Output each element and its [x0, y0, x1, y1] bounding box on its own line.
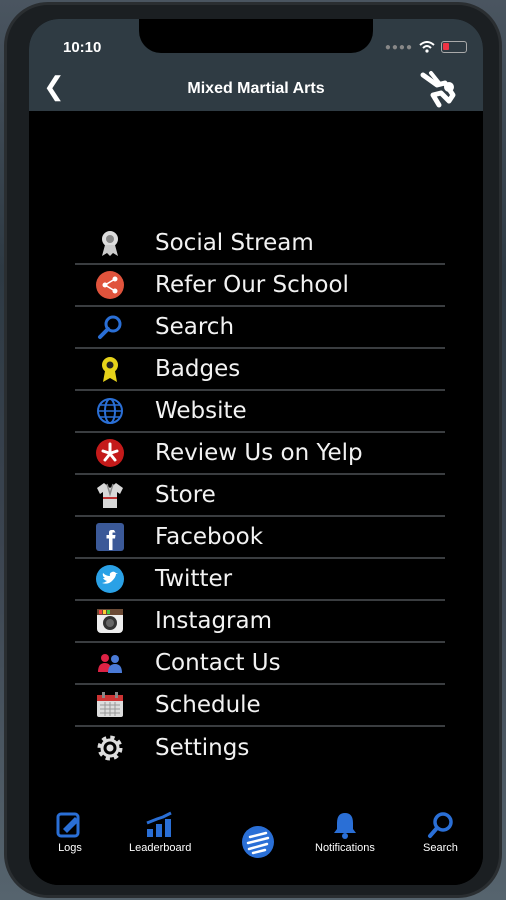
menu-item-label: Schedule: [155, 692, 261, 718]
yelp-icon: [93, 436, 127, 470]
menu-item-store[interactable]: Store: [75, 475, 445, 517]
logs-icon: [56, 812, 80, 838]
tab-label: Logs: [58, 842, 82, 854]
gi-uniform-icon: [93, 478, 127, 512]
page-title: Mixed Martial Arts: [187, 80, 325, 97]
leaderboard-icon: [146, 811, 172, 837]
search-icon: [428, 812, 454, 838]
menu-item-twitter[interactable]: Twitter: [75, 559, 445, 601]
menu-item-label: Social Stream: [155, 230, 314, 256]
tab-leaderboard[interactable]: Leaderboard: [129, 811, 191, 854]
search-icon: [93, 310, 127, 344]
menu-item-facebook[interactable]: Facebook: [75, 517, 445, 559]
globe-icon: [93, 394, 127, 428]
award-ribbon-icon: [93, 226, 127, 260]
tab-label: Notifications: [315, 842, 375, 854]
menu-item-instagram[interactable]: Instagram: [75, 601, 445, 643]
status-icons: ●●●●: [385, 41, 467, 53]
menu-item-badges[interactable]: Badges: [75, 349, 445, 391]
wifi-icon: [419, 41, 435, 53]
battery-icon: [441, 41, 467, 53]
menu-item-label: Instagram: [155, 608, 273, 634]
menu-item-label: Store: [155, 482, 216, 508]
menu-lines-icon: [242, 826, 274, 858]
bell-icon: [333, 813, 356, 839]
menu-item-social-stream[interactable]: Social Stream: [75, 223, 445, 265]
app-screen: 10:10 ●●●● ❮ Mixed Martial Arts Social S…: [29, 19, 483, 885]
menu-item-label: Twitter: [155, 566, 233, 592]
status-time: 10:10: [63, 39, 102, 56]
menu-item-label: Contact Us: [155, 650, 281, 676]
menu-item-review-us-on-yelp[interactable]: Review Us on Yelp: [75, 433, 445, 475]
tab-label: Search: [423, 842, 458, 854]
share-icon: [93, 268, 127, 302]
bottom-tab-bar: Logs Leaderboard Notifications Search: [29, 801, 483, 885]
facebook-icon: [93, 520, 127, 554]
people-icon: [93, 646, 127, 680]
menu-item-contact-us[interactable]: Contact Us: [75, 643, 445, 685]
menu-item-search[interactable]: Search: [75, 307, 445, 349]
header-bar: 10:10 ●●●● ❮ Mixed Martial Arts: [29, 19, 483, 111]
device-notch: [139, 19, 373, 53]
menu-item-label: Website: [155, 398, 247, 424]
menu-item-refer-our-school[interactable]: Refer Our School: [75, 265, 445, 307]
menu-item-label: Badges: [155, 356, 241, 382]
badge-icon: [93, 352, 127, 386]
phone-frame: 10:10 ●●●● ❮ Mixed Martial Arts Social S…: [4, 2, 502, 898]
menu-item-settings[interactable]: Settings: [75, 727, 445, 769]
menu-item-label: Refer Our School: [155, 272, 349, 298]
main-menu: Social Stream Refer Our School Search Ba…: [75, 223, 445, 769]
menu-item-website[interactable]: Website: [75, 391, 445, 433]
tab-search[interactable]: Search: [423, 811, 458, 854]
menu-item-label: Settings: [155, 735, 250, 761]
menu-item-label: Review Us on Yelp: [155, 440, 363, 466]
menu-item-label: Search: [155, 314, 235, 340]
menu-item-label: Facebook: [155, 524, 264, 550]
tab-logs[interactable]: Logs: [55, 811, 85, 854]
menu-item-schedule[interactable]: Schedule: [75, 685, 445, 727]
martial-arts-kick-logo-icon[interactable]: [419, 65, 463, 109]
tab-label: Leaderboard: [129, 842, 192, 854]
twitter-icon: [93, 562, 127, 596]
instagram-icon: [93, 604, 127, 638]
signal-icon: ●●●●: [384, 41, 413, 53]
calendar-icon: [93, 688, 127, 722]
tab-home-menu[interactable]: [241, 825, 275, 859]
tab-notifications[interactable]: Notifications: [315, 811, 375, 854]
gear-icon: [93, 731, 127, 765]
